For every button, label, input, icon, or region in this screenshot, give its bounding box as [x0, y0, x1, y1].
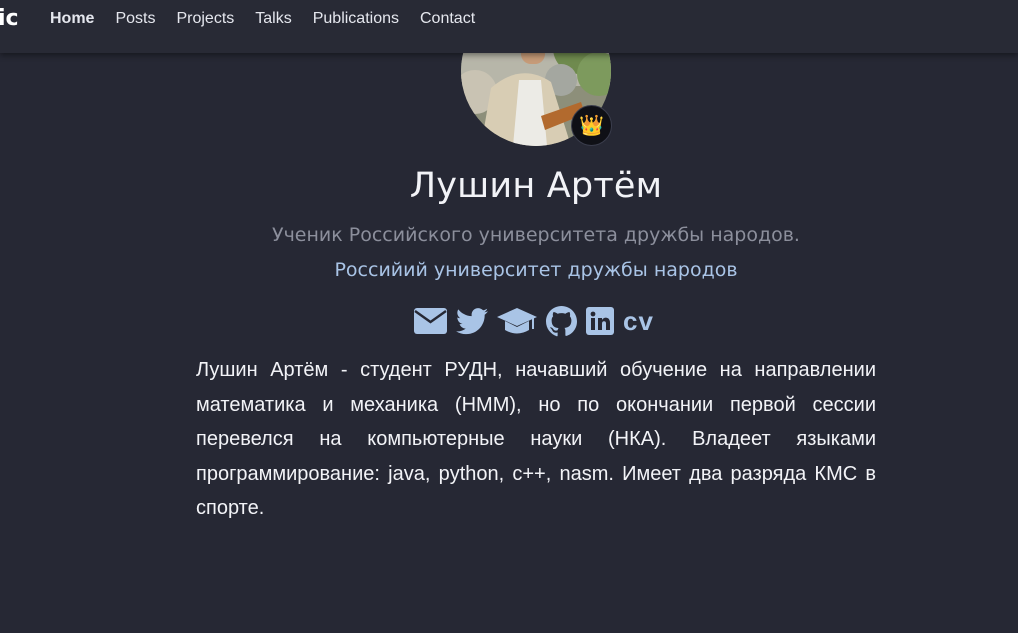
linkedin-icon[interactable] [586, 307, 614, 335]
nav-contact[interactable]: Contact [420, 9, 475, 29]
site-brand[interactable]: ic [0, 6, 19, 31]
github-icon[interactable] [546, 305, 577, 337]
nav-posts[interactable]: Posts [115, 9, 155, 29]
nav-talks[interactable]: Talks [255, 9, 291, 29]
profile-name: Лушин Артём [409, 166, 663, 206]
cv-link[interactable]: cv [623, 306, 654, 336]
avatar-crown-badge: 👑 [571, 105, 612, 146]
social-links: cv [414, 304, 654, 338]
profile-role: Ученик Российского университета дружбы н… [272, 224, 800, 246]
profile-organization[interactable]: Российий университет дружбы народов [0, 259, 1018, 281]
nav-publications[interactable]: Publications [313, 9, 399, 29]
nav-home[interactable]: Home [50, 9, 94, 29]
envelope-icon[interactable] [414, 308, 447, 334]
graduation-cap-icon[interactable] [497, 306, 537, 336]
nav-projects[interactable]: Projects [176, 9, 234, 29]
navbar: ic Home Posts Projects Talks Publication… [0, 0, 1018, 53]
twitter-icon[interactable] [456, 307, 488, 335]
profile-bio: Лушин Артём - студент РУДН, начавший обу… [196, 359, 876, 520]
nav-links: Home Posts Projects Talks Publications C… [50, 9, 496, 29]
